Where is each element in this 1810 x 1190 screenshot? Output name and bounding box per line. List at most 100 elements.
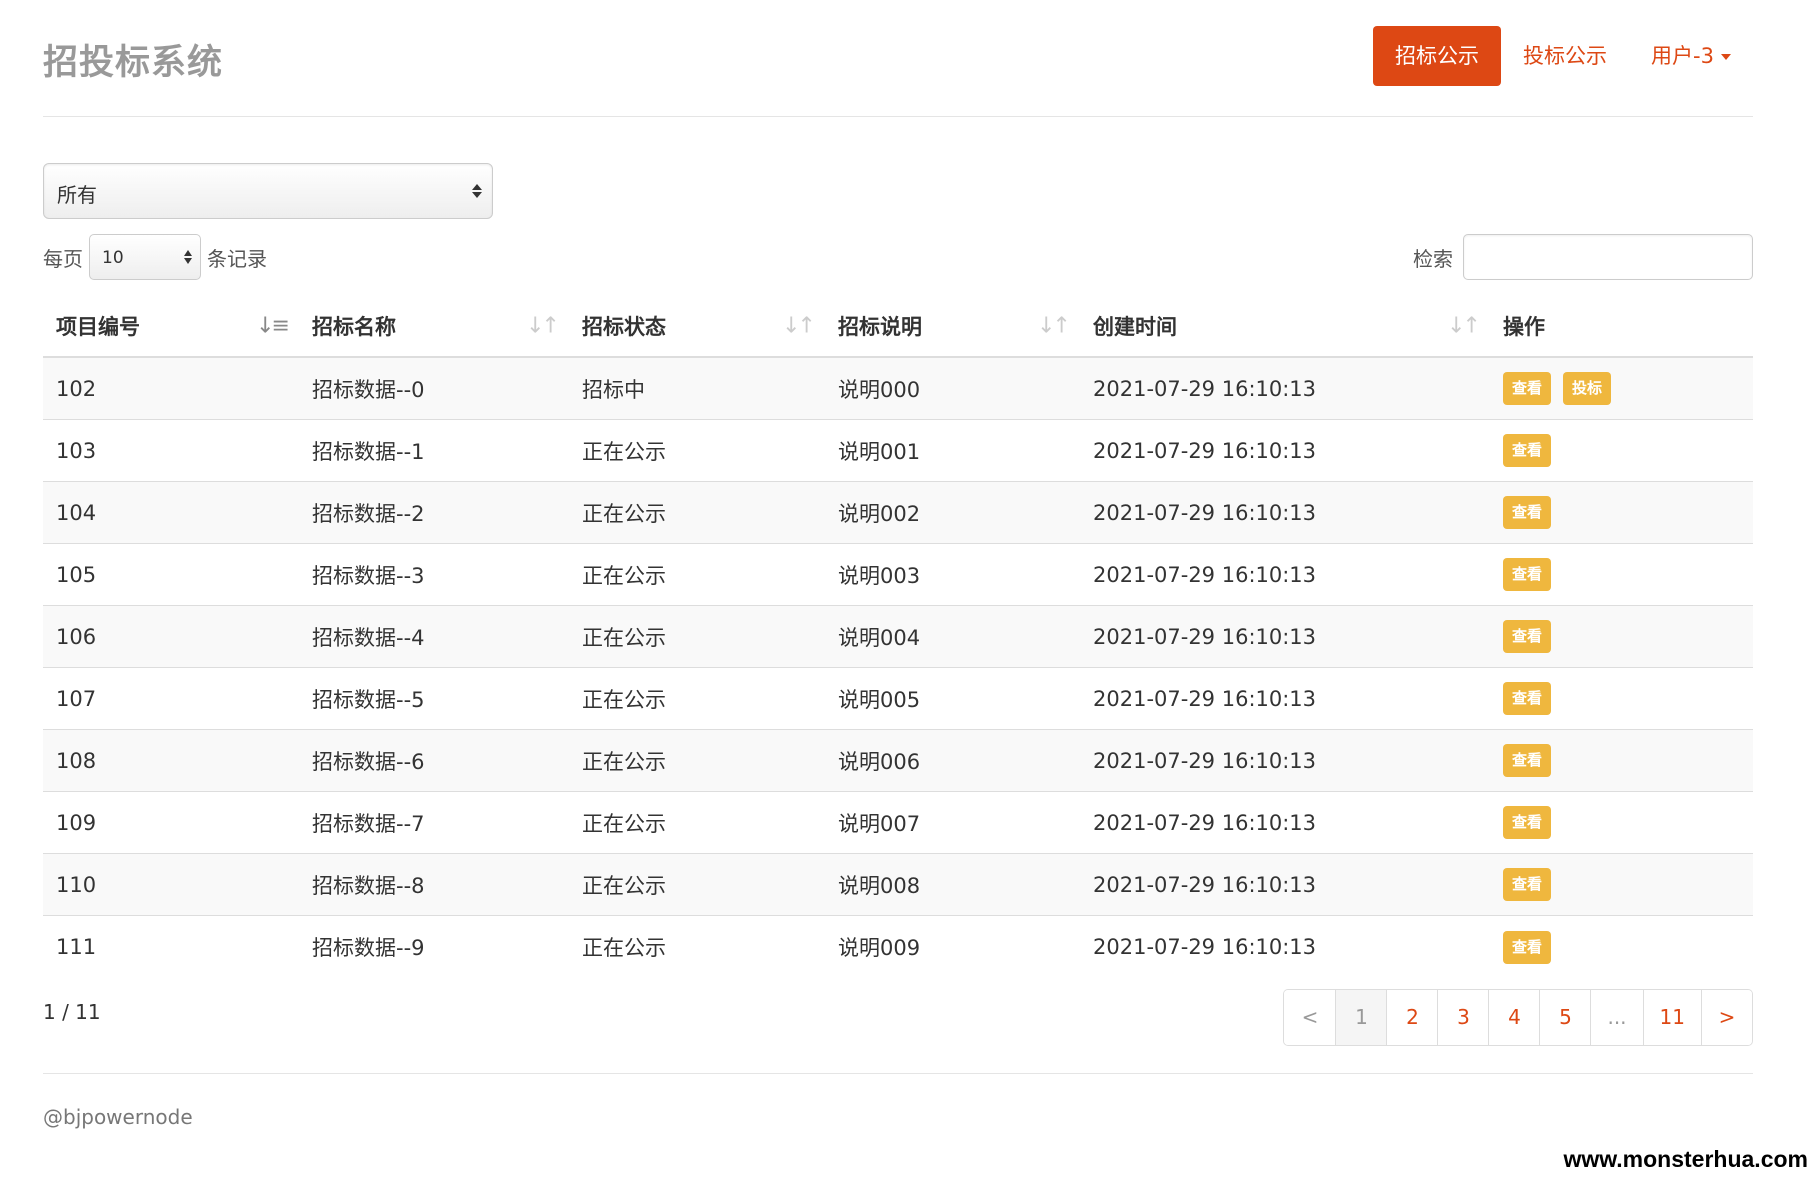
cell-desc: 说明007 (838, 811, 921, 836)
cell-status: 正在公示 (582, 625, 666, 650)
table-row: 106 招标数据--4 正在公示 说明004 2021-07-29 16:10:13 查看 (43, 606, 1753, 668)
sort-both-icon: ↓↑ (526, 313, 560, 339)
table-row: 111 招标数据--9 正在公示 说明009 2021-07-29 16:10:13 查看 (43, 916, 1753, 978)
cell-desc: 说明004 (838, 625, 921, 650)
cell-created: 2021-07-29 16:10:13 (1093, 376, 1317, 401)
cell-status: 正在公示 (582, 936, 666, 960)
cell-name: 招标数据--2 (312, 501, 425, 526)
status-filter-value: 所有 (57, 183, 97, 207)
cell-id: 110 (56, 872, 97, 897)
view-button[interactable]: 查看 (1503, 806, 1552, 839)
cell-id: 103 (56, 438, 97, 463)
select-arrows-icon (184, 250, 192, 264)
cell-created: 2021-07-29 16:10:13 (1093, 686, 1317, 711)
cell-created: 2021-07-29 16:10:13 (1093, 562, 1317, 587)
view-button[interactable]: 查看 (1503, 496, 1552, 529)
page-button-2[interactable]: 2 (1386, 990, 1438, 1045)
view-button[interactable]: 查看 (1503, 434, 1552, 467)
next-page-button[interactable]: > (1701, 990, 1752, 1045)
view-button[interactable]: 查看 (1503, 372, 1552, 405)
cell-name: 招标数据--4 (312, 625, 425, 650)
cell-status: 正在公示 (582, 749, 666, 774)
cell-created: 2021-07-29 16:10:13 (1093, 935, 1317, 959)
view-button[interactable]: 查看 (1503, 868, 1552, 901)
cell-actions: 查看 投标 (1490, 358, 1753, 419)
page-length-control: 每页 10 条记录 (43, 234, 267, 280)
cell-name: 招标数据--7 (312, 811, 425, 836)
tender-table: 项目编号 ↓≡ 招标名称 ↓↑ 招标状态 ↓↑ 招标说明 ↓↑ 创建时间 ↓↑ … (43, 296, 1753, 978)
page-button-11[interactable]: 11 (1642, 990, 1701, 1045)
cell-desc: 说明008 (838, 873, 921, 898)
page-button-3[interactable]: 3 (1437, 990, 1489, 1045)
status-filter-select[interactable]: 所有 (43, 163, 493, 219)
view-button[interactable]: 查看 (1503, 558, 1552, 591)
cell-name: 招标数据--3 (312, 563, 425, 588)
cell-desc: 说明009 (838, 936, 921, 960)
search-control: 检索 (1413, 234, 1753, 280)
page-button-1[interactable]: 1 (1335, 990, 1387, 1045)
select-arrows-icon (472, 184, 482, 198)
table-row: 107 招标数据--5 正在公示 说明005 2021-07-29 16:10:13 查看 (43, 668, 1753, 730)
view-button[interactable]: 查看 (1503, 620, 1552, 653)
table-row: 109 招标数据--7 正在公示 说明007 2021-07-29 16:10:13 查看 (43, 792, 1753, 854)
user-menu[interactable]: 用户-3 (1629, 26, 1753, 86)
column-header-label: 招标状态 (582, 315, 666, 339)
cell-created: 2021-07-29 16:10:13 (1093, 810, 1317, 835)
cell-desc: 说明005 (838, 687, 921, 712)
cell-id: 102 (56, 376, 97, 401)
cell-id: 109 (56, 810, 97, 835)
page-ellipsis: ... (1590, 990, 1643, 1045)
view-button[interactable]: 查看 (1503, 930, 1552, 964)
cell-actions: 查看 (1490, 606, 1753, 667)
column-header-status[interactable]: 招标状态 ↓↑ (569, 296, 825, 356)
table-row: 103 招标数据--1 正在公示 说明001 2021-07-29 16:10:13 查看 (43, 420, 1753, 482)
cell-desc: 说明001 (838, 439, 921, 464)
column-header-label: 操作 (1503, 315, 1545, 339)
column-header-name[interactable]: 招标名称 ↓↑ (299, 296, 569, 356)
cell-status: 正在公示 (582, 873, 666, 898)
pagination: < 1 2 3 4 5 ... 11 > (1283, 989, 1753, 1046)
table-row: 110 招标数据--8 正在公示 说明008 2021-07-29 16:10:13 查看 (43, 854, 1753, 916)
prev-page-button[interactable]: < (1284, 990, 1336, 1045)
table-body: 102 招标数据--0 招标中 说明000 2021-07-29 16:10:13 查看投… (43, 358, 1753, 978)
cell-created: 2021-07-29 16:10:13 (1093, 438, 1317, 463)
cell-id: 108 (56, 748, 97, 773)
cell-status: 正在公示 (582, 501, 666, 526)
cell-status: 招标中 (582, 377, 645, 402)
cell-name: 招标数据--6 (312, 749, 425, 774)
view-button[interactable]: 查看 (1503, 682, 1552, 715)
top-navbar: 招投标系统 招标公示 投标公示 用户-3 (43, 0, 1753, 117)
cell-name: 招标数据--5 (312, 687, 425, 712)
table-row: 108 招标数据--6 正在公示 说明006 2021-07-29 16:10:13 查看 (43, 730, 1753, 792)
column-header-label: 招标名称 (312, 315, 396, 339)
search-input[interactable] (1463, 234, 1753, 280)
cell-status: 正在公示 (582, 687, 666, 712)
cell-created: 2021-07-29 16:10:13 (1093, 748, 1317, 773)
column-header-label: 招标说明 (838, 315, 922, 339)
column-header-created[interactable]: 创建时间 ↓↑ (1080, 296, 1490, 356)
nav-tender-notice[interactable]: 招标公示 (1373, 26, 1502, 86)
cell-id: 104 (56, 500, 97, 525)
cell-actions: 查看 (1490, 730, 1753, 791)
search-label: 检索 (1413, 246, 1453, 271)
nav-bid-notice[interactable]: 投标公示 (1501, 26, 1629, 86)
page-length-select[interactable]: 10 (89, 234, 201, 280)
footer-text: @bjpowernode (43, 1105, 193, 1129)
column-header-desc[interactable]: 招标说明 ↓↑ (825, 296, 1080, 356)
bid-button[interactable]: 投标 (1563, 372, 1612, 405)
cell-name: 招标数据--1 (312, 439, 425, 464)
watermark-text: www.monsterhua.com (1563, 1146, 1808, 1172)
column-header-label: 项目编号 (56, 315, 140, 339)
page-button-4[interactable]: 4 (1488, 990, 1540, 1045)
user-menu-label: 用户-3 (1651, 44, 1714, 68)
brand-title[interactable]: 招投标系统 (43, 34, 223, 85)
cell-actions: 查看 (1490, 668, 1753, 729)
column-header-actions: 操作 (1490, 296, 1753, 356)
cell-actions: 查看 (1490, 854, 1753, 915)
cell-status: 正在公示 (582, 811, 666, 836)
column-header-id[interactable]: 项目编号 ↓≡ (43, 296, 299, 356)
cell-created: 2021-07-29 16:10:13 (1093, 624, 1317, 649)
view-button[interactable]: 查看 (1503, 744, 1552, 777)
table-row: 102 招标数据--0 招标中 说明000 2021-07-29 16:10:13 查看投… (43, 358, 1753, 420)
page-button-5[interactable]: 5 (1539, 990, 1591, 1045)
